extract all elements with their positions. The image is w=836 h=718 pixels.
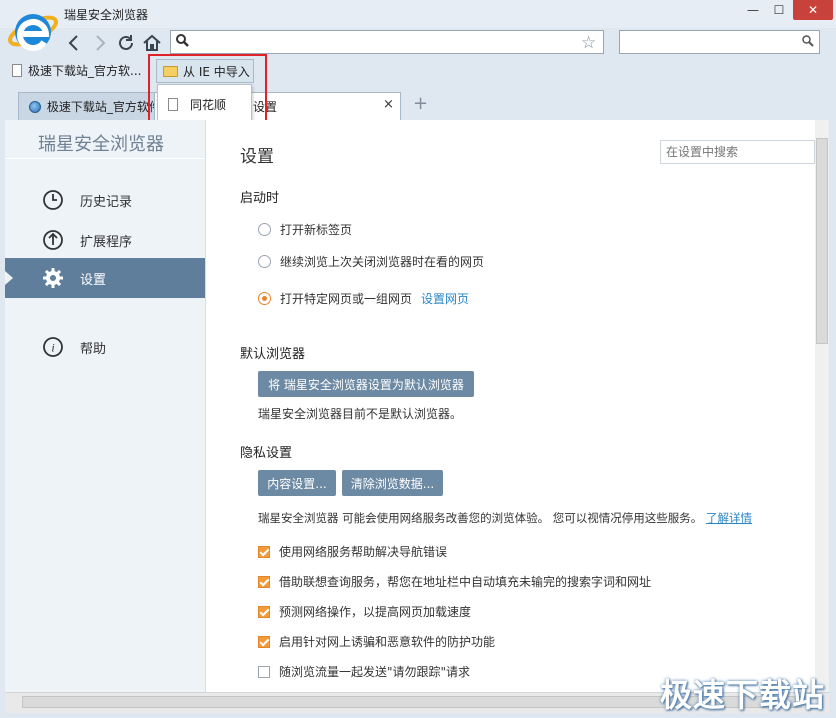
startup-option-specific-pages[interactable]: 打开特定网页或一组网页 设置网页 (258, 290, 469, 307)
page-title: 设置 (240, 147, 274, 167)
dropdown-item-tonghuashun[interactable]: 同花顺 (168, 96, 226, 113)
refresh-button[interactable] (114, 30, 138, 56)
active-indicator (5, 271, 13, 285)
home-icon (143, 34, 161, 51)
forward-icon (96, 35, 106, 51)
minimize-button[interactable]: — (740, 0, 766, 20)
privacy-checkbox-row[interactable]: 随浏览流量一起发送"请勿跟踪"请求 (258, 663, 470, 680)
refresh-icon (119, 35, 133, 50)
sidebar-item-label: 帮助 (80, 341, 107, 357)
settings-search-input[interactable] (660, 140, 815, 164)
dropdown-item-label: 同花顺 (190, 98, 227, 112)
checkbox-checked[interactable] (258, 575, 270, 588)
browser-logo-icon (6, 4, 60, 58)
settings-icon (41, 266, 65, 290)
privacy-checkbox-row[interactable]: 预测网络操作，以提高网页加载速度 (258, 603, 471, 620)
privacy-description-text: 瑞星安全浏览器 可能会使用网络服务改善您的浏览体验。 您可以视情况停用这些服务。 (258, 511, 703, 525)
set-default-browser-button[interactable]: 将 瑞星安全浏览器设置为默认浏览器 (258, 371, 474, 397)
svg-text:i: i (51, 341, 54, 355)
bookmark-folder-ie-import[interactable]: 从 IE 中导入 (156, 59, 254, 83)
folder-icon (163, 65, 178, 77)
startup-option-continue[interactable]: 继续浏览上次关闭浏览器时在看的网页 (258, 253, 484, 270)
maximize-button[interactable]: ☐ (766, 0, 792, 20)
page-icon (168, 98, 178, 111)
radio-label: 打开新标签页 (280, 223, 353, 237)
folder-label: 从 IE 中导入 (183, 64, 250, 79)
radio[interactable] (258, 255, 271, 268)
tab-close-button[interactable]: × (383, 97, 394, 112)
privacy-description: 瑞星安全浏览器 可能会使用网络服务改善您的浏览体验。 您可以视情况停用这些服务。… (258, 510, 752, 526)
radio-label: 继续浏览上次关闭浏览器时在看的网页 (280, 255, 485, 269)
startup-heading: 启动时 (240, 191, 280, 206)
bookmark-label: 极速下载站_官方软... (28, 64, 142, 78)
default-browser-status: 瑞星安全浏览器目前不是默认浏览器。 (258, 407, 463, 421)
checkbox-checked[interactable] (258, 635, 270, 648)
sidebar-item-label: 历史记录 (80, 194, 133, 210)
sidebar-item-history[interactable]: 历史记录 (5, 180, 205, 220)
help-icon: i (41, 335, 65, 359)
home-button[interactable] (140, 30, 164, 56)
tab-label: 极速下载站_官方软件 (46, 100, 157, 114)
sidebar-title: 瑞星安全浏览器 (38, 134, 164, 155)
forward-button[interactable] (88, 30, 112, 56)
sidebar-divider (5, 158, 205, 159)
sidebar-item-label: 设置 (80, 272, 107, 288)
sidebar-item-label: 扩展程序 (80, 234, 133, 250)
startup-option-new-tab[interactable]: 打开新标签页 (258, 221, 352, 238)
checkbox-label: 使用网络服务帮助解决导航错误 (279, 545, 448, 559)
globe-icon (29, 100, 41, 113)
extensions-icon (41, 228, 65, 252)
bookmark-star-icon[interactable]: ☆ (581, 33, 596, 53)
checkbox-label: 借助联想查询服务，帮您在地址栏中自动填充未输完的搜索字词和网址 (279, 575, 652, 589)
close-window-button[interactable]: ✕ (793, 0, 833, 20)
sidebar-item-extensions[interactable]: 扩展程序 (5, 220, 205, 260)
clear-browsing-data-button[interactable]: 清除浏览数据... (342, 470, 443, 496)
checkbox-label: 启用针对网上诱骗和恶意软件的防护功能 (279, 635, 496, 649)
search-icon[interactable] (802, 35, 814, 50)
content-settings-button[interactable]: 内容设置... (258, 470, 336, 496)
page-icon (12, 64, 22, 77)
sidebar-item-help[interactable]: i 帮助 (5, 327, 205, 367)
checkbox-unchecked[interactable] (258, 665, 270, 678)
bookmark-item[interactable]: 极速下载站_官方软... (12, 62, 141, 79)
back-button[interactable] (62, 30, 86, 56)
search-input[interactable] (619, 30, 820, 54)
radio-selected[interactable] (258, 292, 271, 305)
checkbox-checked[interactable] (258, 545, 270, 558)
radio[interactable] (258, 223, 271, 236)
default-browser-heading: 默认浏览器 (240, 347, 306, 362)
privacy-checkbox-row[interactable]: 启用针对网上诱骗和恶意软件的防护功能 (258, 633, 495, 650)
back-icon (68, 35, 78, 51)
checkbox-checked[interactable] (258, 605, 270, 618)
learn-more-link[interactable]: 了解详情 (706, 511, 752, 525)
privacy-checkbox-row[interactable]: 使用网络服务帮助解决导航错误 (258, 543, 447, 560)
window-title: 瑞星安全浏览器 (64, 8, 149, 22)
checkbox-label: 随浏览流量一起发送"请勿跟踪"请求 (279, 665, 471, 679)
tab-jisu[interactable]: 极速下载站_官方软件 (18, 92, 158, 120)
set-pages-link[interactable]: 设置网页 (421, 290, 469, 307)
privacy-heading: 隐私设置 (240, 446, 293, 461)
address-bar[interactable] (170, 30, 604, 54)
watermark: 极速下载站 (660, 676, 826, 714)
privacy-checkbox-row[interactable]: 借助联想查询服务，帮您在地址栏中自动填充未输完的搜索字词和网址 (258, 573, 651, 590)
radio-label: 打开特定网页或一组网页 (280, 292, 413, 306)
vertical-scroll-thumb[interactable] (816, 138, 828, 344)
address-search-icon (176, 34, 190, 51)
history-icon (41, 188, 65, 212)
tab-label: 设置 (253, 100, 278, 114)
new-tab-button[interactable]: + (413, 93, 428, 114)
sidebar-item-settings[interactable]: 设置 (5, 258, 205, 298)
checkbox-label: 预测网络操作，以提高网页加载速度 (279, 605, 472, 619)
